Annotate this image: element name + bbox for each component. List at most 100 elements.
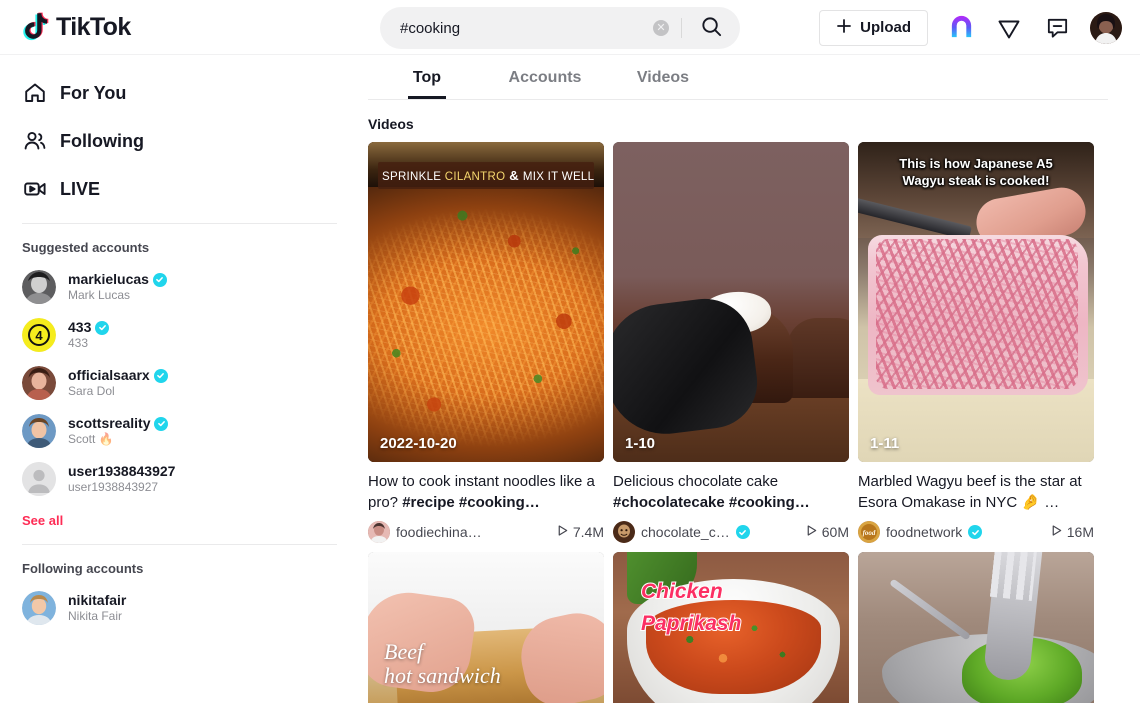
following-account-row[interactable]: nikitafair Nikita Fair	[22, 584, 356, 632]
sidebar-divider-2	[22, 544, 337, 545]
video-date-badge: 1-11	[870, 435, 900, 452]
video-card[interactable]: SPRINKLE CILANTRO & MIX IT WELL 2022-10-…	[368, 142, 604, 543]
overlay-line-2: Wagyu steak is cooked!	[902, 172, 1050, 188]
caption-text: Delicious chocolate cake	[613, 473, 779, 490]
clear-icon[interactable]: ✕	[653, 20, 669, 36]
caption-text: Marbled Wagyu beef is the star at Esora …	[858, 473, 1082, 512]
search-input[interactable]	[380, 19, 653, 37]
author-avatar[interactable]: food	[858, 521, 880, 543]
overlay-highlight: CILANTRO	[444, 171, 506, 183]
caption-hashtags: #chocolatecake #cooking…	[613, 494, 810, 512]
tiktok-logo[interactable]: TikTok	[22, 12, 182, 42]
video-thumbnail[interactable]: Chicken Paprikash	[613, 552, 849, 703]
author-name[interactable]: chocolate_c…	[641, 524, 730, 540]
search-bar[interactable]: ✕	[380, 7, 740, 49]
video-caption: How to cook instant noodles like a pro? …	[368, 471, 604, 514]
search-button[interactable]	[682, 7, 740, 49]
video-thumbnail[interactable]: SPRINKLE CILANTRO & MIX IT WELL 2022-10-…	[368, 142, 604, 462]
fork-tines	[989, 552, 1038, 601]
sidebar-item-following[interactable]: Following	[22, 121, 356, 161]
suggested-account-row[interactable]: user1938843927 user1938843927	[22, 455, 356, 503]
play-triangle-icon	[1050, 524, 1063, 540]
app-header: TikTok ✕ Upload	[0, 0, 1140, 55]
upload-label: Upload	[860, 19, 911, 36]
video-grid: SPRINKLE CILANTRO & MIX IT WELL 2022-10-…	[368, 142, 1108, 703]
utensil-handle	[888, 578, 971, 641]
avatar	[22, 366, 56, 400]
video-card[interactable]: Beef hot sandwich	[368, 552, 604, 703]
video-card[interactable]: 1-10 Delicious chocolate cake #chocolate…	[613, 142, 849, 543]
broccoli-fork-thumbnail-art	[858, 552, 1094, 703]
search-results-main: Top Accounts Videos Videos SPRINKLE CILA…	[356, 55, 1140, 711]
suggested-account-row[interactable]: markielucas Mark Lucas	[22, 263, 356, 311]
author-name[interactable]: foodiechina…	[396, 524, 482, 540]
video-overlay-text: Chicken Paprikash	[640, 576, 742, 639]
view-count: 16M	[1050, 524, 1094, 540]
verified-badge-icon	[735, 525, 750, 539]
profile-avatar[interactable]	[1090, 11, 1122, 44]
video-thumbnail[interactable]: This is how Japanese A5 Wagyu steak is c…	[858, 142, 1094, 462]
tab-videos[interactable]: Videos	[604, 55, 722, 99]
avatar	[22, 462, 56, 496]
video-thumbnail[interactable]: 1-10	[613, 142, 849, 462]
wagyu-steak	[868, 234, 1088, 395]
author-avatar[interactable]	[368, 521, 390, 543]
video-card[interactable]: This is how Japanese A5 Wagyu steak is c…	[858, 142, 1094, 543]
svg-text:4: 4	[35, 328, 43, 343]
paper-plane-icon[interactable]	[994, 13, 1024, 43]
upload-button[interactable]: Upload	[819, 9, 928, 46]
search-icon	[700, 15, 723, 41]
view-count-value: 60M	[821, 524, 849, 540]
tiktok-wordmark: TikTok	[56, 12, 131, 41]
account-username: nikitafair	[68, 591, 127, 608]
play-triangle-icon	[805, 524, 818, 540]
effects-arch-icon[interactable]	[946, 13, 976, 43]
overlay-part-1: SPRINKLE	[382, 171, 445, 183]
tiktok-note-icon	[22, 12, 50, 42]
verified-badge-icon	[152, 272, 167, 287]
avatar: 4	[22, 318, 56, 352]
sidebar-label: Following	[60, 130, 144, 151]
search-tabs: Top Accounts Videos	[368, 55, 1108, 100]
svg-text:food: food	[863, 529, 876, 537]
account-display-name: Nikita Fair	[68, 609, 123, 624]
video-thumbnail[interactable]: Beef hot sandwich	[368, 552, 604, 703]
video-meta: chocolate_c… 60M	[613, 521, 849, 543]
overlay-line-1: Chicken	[640, 579, 724, 604]
suggested-account-row[interactable]: 4 433 433	[22, 311, 356, 359]
account-username: scottsreality	[68, 414, 151, 431]
video-card[interactable]: Chicken Paprikash	[613, 552, 849, 703]
tab-top[interactable]: Top	[368, 55, 486, 99]
sidebar-item-live[interactable]: LIVE	[22, 169, 356, 209]
author-name[interactable]: foodnetwork	[886, 524, 962, 540]
message-icon[interactable]	[1042, 13, 1072, 43]
view-count: 60M	[805, 524, 849, 540]
suggested-account-row[interactable]: scottsreality Scott 🔥	[22, 407, 356, 455]
sidebar: For You Following LIVE Suggested account…	[0, 55, 356, 711]
view-count: 7.4M	[556, 524, 604, 540]
account-display-name: 433	[68, 336, 89, 351]
video-overlay-text: SPRINKLE CILANTRO & MIX IT WELL	[378, 162, 594, 189]
account-username: markielucas	[68, 270, 149, 287]
view-count-value: 7.4M	[572, 524, 604, 540]
following-accounts-title: Following accounts	[22, 561, 144, 576]
video-meta: food foodnetwork 16M	[858, 521, 1094, 543]
caption-hashtags: #recipe #cooking…	[402, 494, 540, 512]
wagyu-thumbnail-art	[858, 142, 1094, 462]
avatar	[22, 591, 56, 625]
video-date-badge: 1-10	[625, 435, 656, 452]
author-avatar[interactable]	[613, 521, 635, 543]
suggested-account-row[interactable]: officialsaarx Sara Dol	[22, 359, 356, 407]
overlay-line-2: hot sandwich	[384, 663, 501, 689]
video-card[interactable]	[858, 552, 1094, 703]
video-thumbnail[interactable]	[858, 552, 1094, 703]
verified-badge-icon	[95, 320, 110, 335]
video-caption: Marbled Wagyu beef is the star at Esora …	[858, 471, 1094, 514]
sidebar-item-for-you[interactable]: For You	[22, 73, 356, 113]
home-icon	[22, 80, 48, 106]
noodles-thumbnail-art	[368, 142, 604, 462]
people-icon	[22, 128, 48, 154]
account-display-name: Sara Dol	[68, 384, 115, 399]
see-all-link[interactable]: See all	[22, 513, 63, 528]
tab-accounts[interactable]: Accounts	[486, 55, 604, 99]
